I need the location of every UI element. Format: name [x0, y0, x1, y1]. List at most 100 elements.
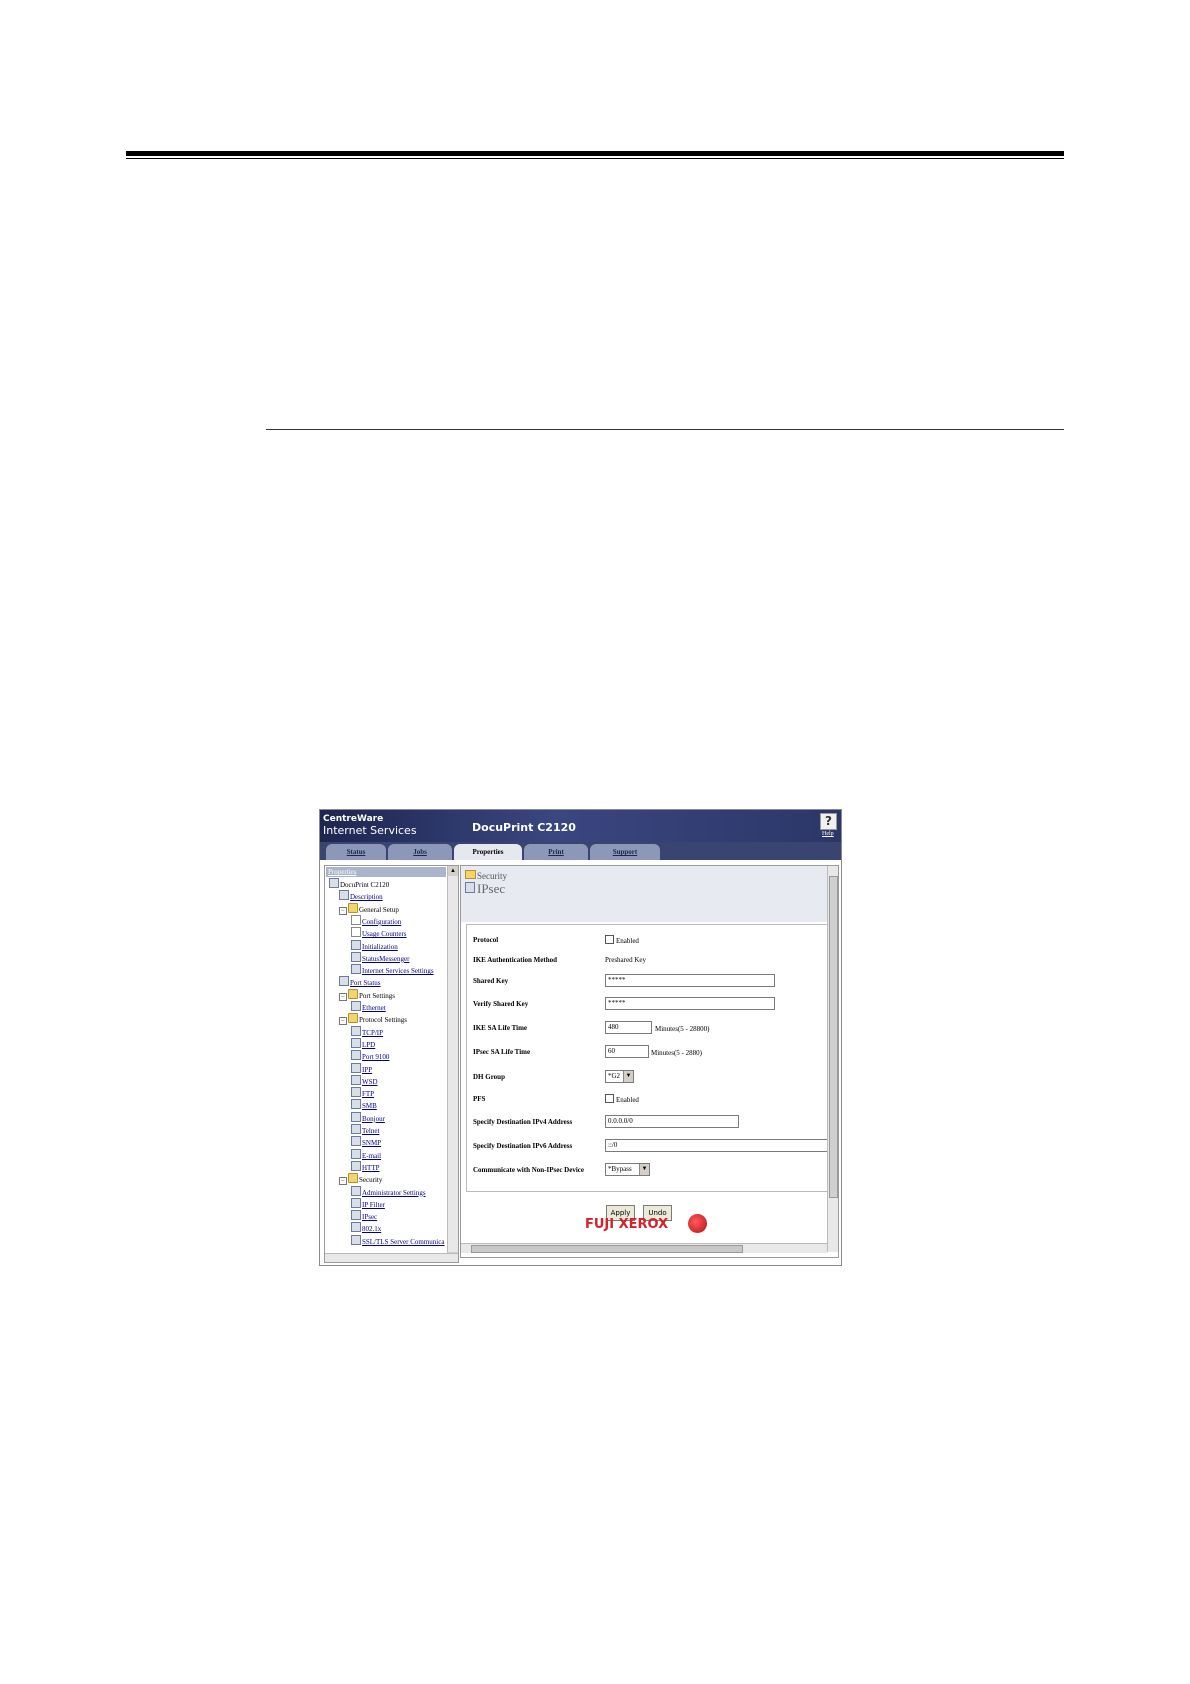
- tree-item-label[interactable]: WSD: [362, 1078, 378, 1086]
- content-vertical-scrollbar[interactable]: [827, 866, 838, 1252]
- tree-item[interactable]: IPP: [351, 1062, 372, 1074]
- row-verify-key: Verify Shared Key *****: [473, 995, 828, 1015]
- tree-item[interactable]: Port 9100: [351, 1050, 389, 1061]
- collapse-icon[interactable]: −: [339, 992, 347, 1001]
- tree-item[interactable]: 802.1x: [351, 1222, 381, 1233]
- tree-item[interactable]: Administrator Settings: [351, 1185, 426, 1197]
- tree-item[interactable]: Configuration: [351, 914, 401, 926]
- tree-item[interactable]: StatusMessenger: [351, 951, 409, 963]
- scroll-thumb[interactable]: [471, 1245, 743, 1253]
- page-icon: [351, 1210, 361, 1221]
- tree-item-label[interactable]: Configuration: [362, 918, 401, 926]
- page-icon: [351, 1185, 361, 1196]
- tree-item[interactable]: Description: [339, 890, 383, 901]
- xerox-sphere-icon: [688, 1214, 707, 1233]
- ipsec-life-input[interactable]: 60: [605, 1045, 649, 1058]
- verify-key-input[interactable]: *****: [605, 997, 775, 1010]
- tree-item[interactable]: SNMP: [351, 1136, 381, 1147]
- ike-life-input[interactable]: 480: [605, 1021, 652, 1034]
- tree-item[interactable]: Telnet: [351, 1124, 379, 1135]
- tree-item[interactable]: E-mail: [351, 1148, 381, 1160]
- tree-item-label[interactable]: Port Status: [350, 979, 381, 987]
- tree-item-label[interactable]: Internet Services Settings: [362, 967, 434, 975]
- checkbox-icon[interactable]: [605, 1094, 614, 1103]
- tree-item[interactable]: Bonjour: [351, 1111, 385, 1123]
- ike-auth-value: Preshared Key: [605, 956, 647, 964]
- tree-item-label[interactable]: SMB: [362, 1102, 377, 1110]
- tree-item[interactable]: SSL/TLS Server Communica: [351, 1234, 444, 1246]
- tree-item-label[interactable]: LPD: [362, 1041, 375, 1049]
- tree-item-label[interactable]: SSL/TLS Server Communica: [362, 1238, 444, 1246]
- tree-item: DocuPrint C2120: [329, 878, 389, 889]
- tree-vertical-scrollbar[interactable]: ▲ ▼: [447, 866, 458, 1262]
- folder-icon: [348, 902, 358, 913]
- tree-item-label[interactable]: IPsec: [362, 1213, 377, 1221]
- tree-item-label[interactable]: Description: [350, 893, 383, 901]
- tree-item-label[interactable]: Initialization: [362, 943, 398, 951]
- tab-support[interactable]: Support: [590, 844, 660, 860]
- scroll-thumb[interactable]: [829, 876, 838, 1198]
- row-pfs: PFS Enabled: [473, 1090, 828, 1110]
- protocol-checkbox[interactable]: Enabled: [605, 935, 639, 945]
- collapse-icon[interactable]: −: [339, 1017, 347, 1026]
- tree-item-label: Port Settings: [359, 991, 395, 1000]
- tree-item-label[interactable]: Administrator Settings: [362, 1189, 426, 1197]
- tree-item[interactable]: WSD: [351, 1074, 378, 1086]
- tree-item-label[interactable]: Port 9100: [362, 1053, 389, 1061]
- chevron-down-icon[interactable]: ▼: [623, 1071, 633, 1082]
- tree-item[interactable]: TCP/IP: [351, 1025, 383, 1037]
- tab-status[interactable]: Status: [326, 844, 386, 860]
- tree-item[interactable]: Initialization: [351, 939, 398, 951]
- tree-item-label[interactable]: StatusMessenger: [362, 955, 409, 963]
- ipv6-input[interactable]: ::/0: [605, 1139, 829, 1152]
- tree-item-label[interactable]: TCP/IP: [362, 1029, 383, 1037]
- collapse-icon[interactable]: −: [339, 1177, 347, 1186]
- scroll-up-icon[interactable]: ▲: [448, 866, 458, 876]
- tree-item-label[interactable]: E-mail: [362, 1152, 381, 1160]
- content-horizontal-scrollbar[interactable]: [461, 1243, 827, 1253]
- page-icon: [351, 1197, 361, 1208]
- tree-item-label[interactable]: IPP: [362, 1066, 372, 1074]
- tab-properties[interactable]: Properties: [454, 844, 522, 860]
- tree-item[interactable]: Usage Counters: [351, 927, 407, 938]
- tree-item-label[interactable]: Usage Counters: [362, 930, 407, 938]
- tree-item: − Security: [339, 1173, 382, 1186]
- dh-group-select[interactable]: *G2 ▼: [605, 1070, 634, 1083]
- help-link[interactable]: Help: [822, 831, 834, 837]
- non-ipsec-select[interactable]: *Bypass ▼: [605, 1163, 650, 1176]
- tree-item-label[interactable]: Bonjour: [362, 1115, 385, 1123]
- ike-auth-label: IKE Authentication Method: [473, 956, 558, 964]
- tree-horizontal-scrollbar[interactable]: [325, 1253, 458, 1262]
- tree-item[interactable]: LPD: [351, 1037, 375, 1049]
- page-icon: [351, 1074, 361, 1085]
- tab-print[interactable]: Print: [524, 844, 588, 860]
- shared-key-input[interactable]: *****: [605, 974, 775, 987]
- tree-item[interactable]: HTTP: [351, 1160, 380, 1172]
- verify-key-label: Verify Shared Key: [473, 1000, 529, 1008]
- tree-item[interactable]: FTP: [351, 1087, 374, 1098]
- tree-item[interactable]: IP Filter: [351, 1197, 385, 1209]
- page-title-text: IPsec: [477, 881, 506, 896]
- tree-item-label[interactable]: FTP: [362, 1090, 374, 1098]
- tree-item[interactable]: Port Status: [339, 976, 381, 987]
- tree-item[interactable]: IPsec: [351, 1210, 377, 1221]
- pfs-checkbox[interactable]: Enabled: [605, 1094, 639, 1104]
- tree-item[interactable]: SMB: [351, 1099, 377, 1110]
- tree-item[interactable]: Ethernet: [351, 1001, 386, 1012]
- ipv4-input[interactable]: 0.0.0.0/0: [605, 1115, 739, 1128]
- collapse-icon[interactable]: −: [339, 906, 347, 915]
- page-icon: [351, 1111, 361, 1122]
- help-icon[interactable]: ?: [820, 813, 837, 830]
- tree-item-label[interactable]: SNMP: [362, 1139, 381, 1147]
- tree-item-label[interactable]: Ethernet: [362, 1004, 386, 1012]
- tab-jobs[interactable]: Jobs: [388, 844, 452, 860]
- tree-item-label[interactable]: HTTP: [362, 1164, 380, 1172]
- tree-item-label[interactable]: IP Filter: [362, 1201, 385, 1209]
- tree-item[interactable]: Internet Services Settings: [351, 964, 434, 975]
- breadcrumb: Security: [465, 870, 507, 881]
- checkbox-icon[interactable]: [605, 935, 614, 944]
- tree-item-label[interactable]: 802.1x: [362, 1225, 381, 1233]
- tree-header[interactable]: Properties: [326, 867, 446, 877]
- tree-item-label[interactable]: Telnet: [362, 1127, 379, 1135]
- chevron-down-icon[interactable]: ▼: [639, 1164, 649, 1175]
